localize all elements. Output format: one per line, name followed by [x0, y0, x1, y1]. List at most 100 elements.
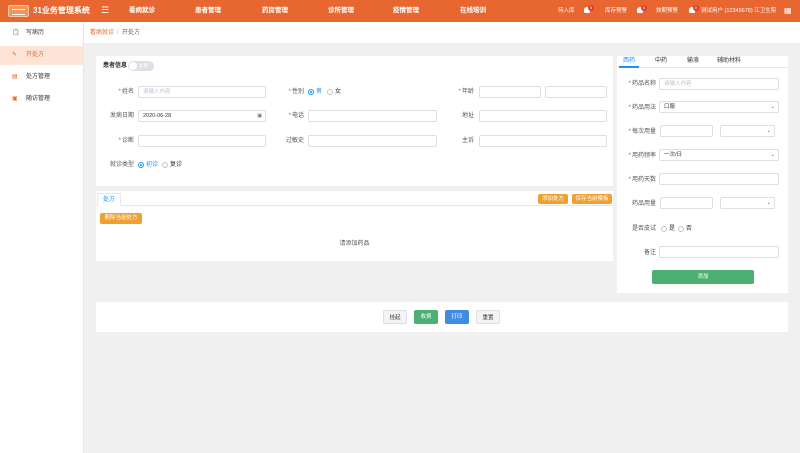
drug-usage-select[interactable]: 口服 ⌄ — [659, 101, 779, 113]
bell-icon[interactable]: 0 — [636, 5, 647, 15]
stock-warning-link[interactable]: 库存预警 — [605, 7, 627, 15]
charge-button[interactable]: 收费 — [414, 310, 438, 324]
sidebar-item-label: 写病历 — [26, 30, 45, 36]
breadcrumb-current: 开处方 — [122, 30, 141, 36]
address-label: 地址 — [461, 113, 474, 119]
dose-label: *每次用量 — [628, 129, 656, 135]
nav-epidemic[interactable]: 疫情管理 — [393, 7, 419, 15]
bell-icon[interactable]: 0 — [688, 5, 699, 15]
sidebar-item-medical-record[interactable]: 📋 写病历 — [0, 24, 84, 43]
visit-return-radio[interactable] — [162, 162, 168, 168]
expiry-badge: 0 — [693, 5, 699, 11]
add-prescription-button[interactable]: 添加处方 — [538, 194, 568, 204]
footer-panel — [96, 302, 788, 332]
calendar-icon: ▣ — [12, 96, 18, 102]
quantity-unit-select[interactable]: ⌄ — [720, 197, 775, 209]
diagnosis-input[interactable] — [138, 135, 266, 147]
gender-male-radio[interactable] — [308, 89, 314, 95]
sidebar-item-prescribe[interactable]: ✎ 开处方 — [0, 46, 84, 65]
tab-auxiliary[interactable]: 辅助材料 — [717, 58, 741, 65]
toggle-label: 新建 — [139, 63, 148, 68]
save-template-button[interactable]: 保存当前模板 — [572, 194, 612, 204]
allergy-input[interactable] — [308, 135, 437, 147]
bell-icon[interactable]: 5 — [583, 5, 594, 15]
tab-western[interactable]: 西药 — [623, 58, 635, 65]
drug-usage-label: *药品用法 — [628, 105, 656, 111]
skin-test-no-radio[interactable] — [678, 226, 684, 232]
sidebar-item-label: 开处方 — [26, 52, 45, 58]
tab-infusion[interactable]: 输液 — [687, 58, 699, 65]
grid-menu-icon[interactable]: ▦ — [784, 6, 792, 15]
chevron-down-icon: ⌄ — [766, 200, 771, 206]
sidebar-item-label: 随访管理 — [26, 96, 51, 102]
drug-name-label: *药品名称 — [628, 81, 656, 87]
days-label: *用药天数 — [628, 177, 656, 183]
menu-icon[interactable]: ☰ — [101, 5, 109, 16]
new-patient-toggle[interactable]: 新建 — [128, 61, 154, 71]
nav-clinic[interactable]: 诊所管理 — [328, 7, 354, 15]
pending-badge: 5 — [588, 5, 594, 11]
gender-female-radio[interactable] — [327, 89, 333, 95]
name-label: *姓名 — [118, 89, 134, 95]
calendar-icon[interactable]: ▣ — [257, 111, 262, 121]
skin-test-yes-radio[interactable] — [661, 226, 667, 232]
age-input[interactable] — [479, 86, 541, 98]
expiry-warning-link[interactable]: 效期预警 — [656, 7, 678, 15]
prescription-tab-divider — [96, 205, 613, 206]
phone-label: *电话 — [288, 113, 304, 119]
days-input[interactable] — [659, 173, 779, 185]
onset-date-input[interactable]: 2020-06-28 ▣ — [138, 110, 266, 122]
pending-stock-link[interactable]: 待入库 — [558, 7, 575, 15]
quantity-input[interactable] — [660, 197, 713, 209]
breadcrumb-separator: / — [117, 30, 119, 36]
skin-test-label: 是否皮试 — [631, 226, 656, 232]
complaint-label: 主诉 — [461, 138, 474, 144]
top-bar: 31业务管理系统 ☰ 看病就诊 患者管理 药房管理 诊所管理 疫情管理 在线培训… — [0, 0, 800, 22]
sidebar-item-followup[interactable]: ▣ 随访管理 — [0, 90, 84, 109]
hold-button[interactable]: 挂起 — [383, 310, 407, 324]
note-input[interactable] — [659, 246, 779, 258]
prescription-tab[interactable]: 处方 — [97, 193, 121, 206]
phone-input[interactable] — [308, 110, 437, 122]
prescription-tab-label: 处方 — [103, 197, 116, 203]
drug-usage-value: 口服 — [664, 104, 676, 110]
sidebar-item-prescription-mgmt[interactable]: ▤ 处方管理 — [0, 68, 84, 87]
nav-patient[interactable]: 患者管理 — [195, 7, 221, 15]
visit-first-radio[interactable] — [138, 162, 144, 168]
tab-chinese[interactable]: 中药 — [655, 58, 667, 65]
chevron-down-icon: ⌄ — [770, 152, 775, 158]
age-unit-input[interactable] — [545, 86, 607, 98]
dose-input[interactable] — [660, 125, 713, 137]
sidebar: 📋 写病历 ✎ 开处方 ▤ 处方管理 ▣ 随访管理 — [0, 22, 84, 453]
allergy-label: 过敏史 — [285, 138, 304, 144]
empty-drug-text: 请添加药品 — [339, 241, 370, 247]
drug-tab-indicator — [619, 66, 639, 68]
visit-return-text: 复诊 — [170, 162, 183, 168]
complaint-input[interactable] — [479, 135, 607, 147]
skin-test-yes-text: 是 — [669, 226, 676, 232]
user-info[interactable]: 测试用户 (12345678) 江卫生院 — [701, 7, 776, 15]
print-button[interactable]: 打印 — [445, 310, 469, 324]
age-label: *年龄 — [458, 89, 474, 95]
patient-info-title: 患者信息 — [103, 63, 128, 69]
app-title: 31业务管理系统 — [33, 6, 90, 15]
logo-icon — [8, 5, 29, 17]
add-drug-button[interactable]: 添加 — [652, 270, 754, 284]
breadcrumb-parent[interactable]: 看病就诊 — [90, 30, 114, 37]
stock-badge: 0 — [641, 5, 647, 11]
list-icon: ▤ — [12, 74, 18, 80]
onset-date-label: 发病日期 — [109, 113, 134, 119]
reset-button[interactable]: 重置 — [476, 310, 500, 324]
chevron-down-icon: ⌄ — [766, 128, 771, 134]
delete-prescription-button[interactable]: 删除当前处方 — [100, 213, 142, 224]
drug-name-input[interactable]: 请输入内容 — [659, 78, 779, 90]
frequency-select[interactable]: 一次/日 ⌄ — [659, 149, 779, 161]
visit-first-text: 初诊 — [146, 162, 159, 168]
visit-type-label: 就诊类型 — [109, 162, 134, 168]
nav-training[interactable]: 在线培训 — [460, 7, 486, 15]
nav-pharmacy[interactable]: 药房管理 — [262, 7, 288, 15]
nav-visit[interactable]: 看病就诊 — [129, 7, 155, 15]
dose-unit-select[interactable]: ⌄ — [720, 125, 775, 137]
name-input[interactable]: 请输入内容 — [138, 86, 266, 98]
address-input[interactable] — [479, 110, 607, 122]
